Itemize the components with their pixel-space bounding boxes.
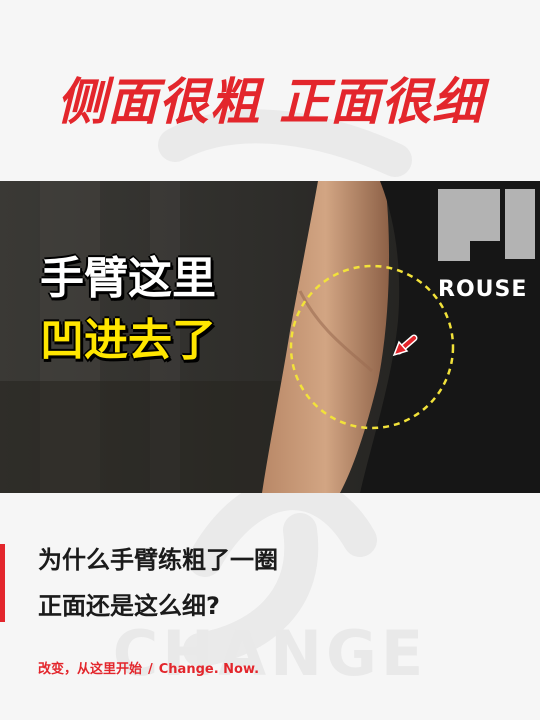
shirt-print-text: ROUSE [438, 277, 528, 302]
question-line-2: 正面还是这么细? [38, 592, 220, 620]
caption-line-2: 凹进去了 [40, 315, 216, 366]
footer-divider: / [148, 662, 153, 677]
caption-line-1: 手臂这里 [40, 253, 216, 304]
footer-brand: Change. Now. [158, 662, 260, 677]
headline: 侧面很粗 正面很细 [56, 73, 484, 131]
accent-bar [0, 544, 5, 622]
watermark-text: CHANGE [113, 617, 428, 690]
footer: 改变，从这里开始 / Change. Now. [38, 658, 259, 677]
footer-slogan: 改变，从这里开始 [38, 662, 143, 677]
arm-photo: ROUSE 手臂这里 凹进去了 [0, 181, 540, 493]
question-line-1: 为什么手臂练粗了一圈 [38, 546, 278, 574]
